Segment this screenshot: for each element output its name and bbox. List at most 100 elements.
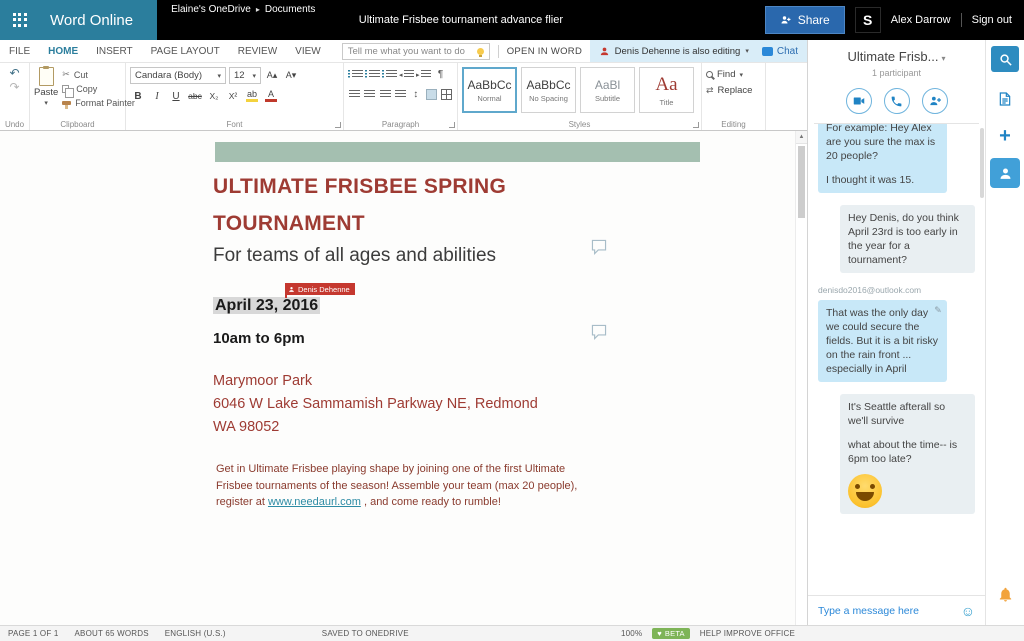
comment-icon[interactable] xyxy=(590,239,608,255)
shading-button[interactable] xyxy=(424,87,437,102)
multilevel-list-button[interactable] xyxy=(382,67,397,82)
voice-call-button[interactable] xyxy=(884,88,910,114)
underline-button[interactable]: U xyxy=(168,88,184,104)
justify-button[interactable] xyxy=(394,87,407,102)
user-name[interactable]: Alex Darrow xyxy=(891,14,951,26)
tab-page-layout[interactable]: PAGE LAYOUT xyxy=(142,40,229,62)
tab-view[interactable]: VIEW xyxy=(286,40,330,62)
redo-button[interactable]: ↷ xyxy=(9,81,19,93)
undo-button[interactable]: ↶ xyxy=(9,67,19,79)
add-pane-button[interactable]: + xyxy=(992,124,1018,148)
scrollbar-thumb[interactable] xyxy=(798,146,805,218)
bullet-list-button[interactable] xyxy=(348,67,363,82)
doc-subtitle[interactable]: For teams of all ages and abilities xyxy=(213,245,496,267)
copy-button[interactable]: Copy xyxy=(62,84,135,94)
tab-review[interactable]: REVIEW xyxy=(229,40,286,62)
paste-button[interactable]: Paste ▾ xyxy=(34,67,58,118)
tell-me-input[interactable]: Tell me what you want to do xyxy=(342,43,490,60)
coauthor-presence-flag[interactable]: Denis Dehenne xyxy=(285,283,355,295)
doc-address-line1[interactable]: 6046 W Lake Sammamish Parkway NE, Redmon… xyxy=(213,396,538,412)
edit-message-icon[interactable]: ✎ xyxy=(934,303,942,317)
search-button[interactable] xyxy=(991,46,1019,72)
skype-button[interactable]: S xyxy=(855,7,881,33)
add-participant-button[interactable] xyxy=(922,88,948,114)
doc-heading-line2[interactable]: TOURNAMENT xyxy=(213,212,365,236)
tab-insert[interactable]: INSERT xyxy=(87,40,142,62)
registration-link[interactable]: www.needaurl.com xyxy=(268,496,361,508)
app-launcher-button[interactable] xyxy=(0,0,40,40)
decrease-indent-button[interactable]: ◂ xyxy=(399,67,414,82)
superscript-button[interactable]: X² xyxy=(225,88,241,104)
zoom-level[interactable]: 100% xyxy=(621,629,642,638)
style-no-spacing[interactable]: AaBbCc No Spacing xyxy=(521,67,576,113)
page-count-status[interactable]: PAGE 1 OF 1 xyxy=(8,629,59,638)
bold-button[interactable]: B xyxy=(130,88,146,104)
language-status[interactable]: ENGLISH (U.S.) xyxy=(165,629,226,638)
people-pane-button-active[interactable] xyxy=(990,158,1020,188)
paste-dropdown-icon[interactable]: ▾ xyxy=(44,99,48,107)
app-name[interactable]: Word Online xyxy=(40,0,157,40)
grow-font-button[interactable]: A▴ xyxy=(264,68,280,84)
strikethrough-button[interactable]: abc xyxy=(187,88,203,104)
editing-group: Find ▾ ⇄ Replace Editing xyxy=(702,63,766,130)
comment-icon[interactable] xyxy=(590,324,608,340)
shrink-font-button[interactable]: A▾ xyxy=(283,68,299,84)
highlight-color-button[interactable]: ab xyxy=(244,88,260,104)
document-canvas[interactable]: ULTIMATE FRISBEE SPRING TOURNAMENT For t… xyxy=(0,131,807,625)
align-left-button[interactable] xyxy=(348,87,361,102)
chat-scrollbar[interactable] xyxy=(980,128,984,198)
chevron-down-icon[interactable]: ▾ xyxy=(745,47,749,55)
style-normal[interactable]: AaBbCc Normal xyxy=(462,67,517,113)
style-subtitle[interactable]: AaBl Subtitle xyxy=(580,67,635,113)
doc-address-line2[interactable]: WA 98052 xyxy=(213,419,279,435)
font-dialog-launcher-icon[interactable] xyxy=(335,122,341,128)
doc-body-paragraph[interactable]: Get in Ultimate Frisbee playing shape by… xyxy=(216,461,586,511)
replace-button[interactable]: ⇄ Replace xyxy=(706,85,761,96)
font-size-select[interactable]: 12 ▾ xyxy=(229,67,261,84)
sign-out-link[interactable]: Sign out xyxy=(972,14,1012,26)
chat-message-input[interactable]: Type a message here xyxy=(818,605,955,617)
doc-heading-line1[interactable]: ULTIMATE FRISBEE SPRING xyxy=(213,175,506,199)
document-pane-button[interactable] xyxy=(992,86,1018,112)
line-spacing-button[interactable]: ↕ xyxy=(409,87,422,102)
doc-venue[interactable]: Marymoor Park xyxy=(213,373,312,389)
tab-file[interactable]: FILE xyxy=(0,40,39,62)
scroll-up-icon[interactable]: ▲ xyxy=(796,131,807,144)
styles-dialog-launcher-icon[interactable] xyxy=(693,122,699,128)
find-button[interactable]: Find ▾ xyxy=(706,69,761,80)
coauthor-notice[interactable]: Denis Dehenne is also editing xyxy=(615,46,741,57)
cut-button[interactable]: ✂ Cut xyxy=(62,69,135,80)
increase-indent-button[interactable]: ▸ xyxy=(416,67,431,82)
italic-button[interactable]: I xyxy=(149,88,165,104)
document-scrollbar[interactable]: ▲ xyxy=(795,131,807,625)
doc-date-line[interactable]: Denis Dehenne April 23, 2016 xyxy=(213,297,320,315)
emoji-picker-icon[interactable]: ☺ xyxy=(961,604,975,618)
chat-message-list[interactable]: For example: Hey Alex are you sure the m… xyxy=(808,124,985,595)
font-name-select[interactable]: Candara (Body) ▾ xyxy=(130,67,226,84)
borders-button[interactable] xyxy=(440,87,453,102)
doc-time[interactable]: 10am to 6pm xyxy=(213,330,305,347)
video-call-button[interactable] xyxy=(846,88,872,114)
show-paragraph-marks-button[interactable]: ¶ xyxy=(433,67,448,82)
tab-home[interactable]: HOME xyxy=(39,40,87,62)
notifications-button[interactable] xyxy=(992,581,1018,607)
chat-conversation-title[interactable]: Ultimate Frisb...▾ xyxy=(808,49,985,64)
word-count-status[interactable]: ABOUT 65 WORDS xyxy=(75,629,149,638)
help-improve-office-link[interactable]: HELP IMPROVE OFFICE xyxy=(700,629,795,638)
numbered-list-button[interactable] xyxy=(365,67,380,82)
format-painter-button[interactable]: Format Painter xyxy=(62,98,135,108)
style-title[interactable]: Aa Title xyxy=(639,67,694,113)
align-right-button[interactable] xyxy=(379,87,392,102)
chat-toggle-button[interactable]: Chat xyxy=(762,46,798,57)
style-name: Normal xyxy=(477,94,501,103)
editor-column: FILE HOME INSERT PAGE LAYOUT REVIEW VIEW… xyxy=(0,40,807,625)
open-in-word-button[interactable]: OPEN IN WORD xyxy=(507,46,582,57)
align-center-button[interactable] xyxy=(363,87,376,102)
font-color-button[interactable]: A xyxy=(263,88,279,104)
doc-date-text[interactable]: April 23, 2016 xyxy=(213,297,320,314)
ribbon-spacer xyxy=(766,63,807,130)
chat-header: Ultimate Frisb...▾ 1 participant xyxy=(808,40,985,123)
paragraph-dialog-launcher-icon[interactable] xyxy=(449,122,455,128)
share-button[interactable]: Share xyxy=(765,6,845,34)
subscript-button[interactable]: X₂ xyxy=(206,88,222,104)
